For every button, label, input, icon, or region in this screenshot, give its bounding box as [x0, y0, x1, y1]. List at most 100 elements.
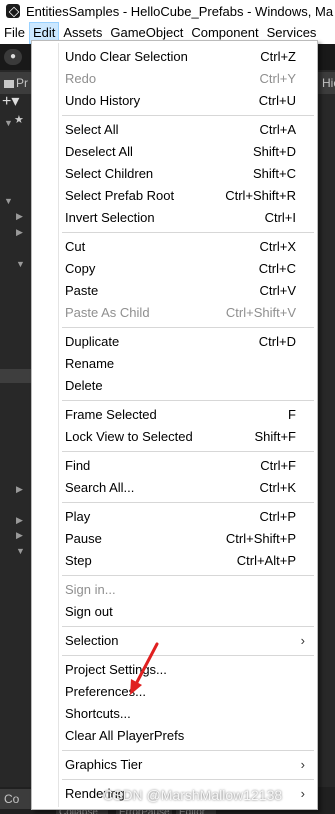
- menu-item-lock-view[interactable]: Lock View to Selected Shift+F: [34, 425, 315, 447]
- tab-hierarchy[interactable]: Hie: [318, 72, 335, 94]
- add-icon[interactable]: +▾: [2, 94, 19, 110]
- menu-item-shortcut: Ctrl+V: [259, 282, 296, 298]
- collapse-arrow-icon[interactable]: ▶: [16, 211, 23, 222]
- menu-item-sign-out[interactable]: Sign out: [34, 600, 315, 622]
- menu-item-undo-history[interactable]: Undo History Ctrl+U: [34, 89, 315, 111]
- menu-item-shortcut: Shift+C: [253, 165, 296, 181]
- menu-item-label: Preferences...: [65, 683, 146, 699]
- menu-separator: [62, 115, 314, 116]
- menu-item-project-settings[interactable]: Project Settings...: [34, 658, 315, 680]
- title-bar: EntitiesSamples - HelloCube_Prefabs - Wi…: [0, 0, 335, 22]
- collapse-arrow-icon[interactable]: ▶: [16, 227, 23, 238]
- menu-item-label: Play: [65, 508, 91, 524]
- menu-item-shortcut: Ctrl+Shift+P: [225, 530, 296, 546]
- menu-item-shortcut: Ctrl+D: [258, 333, 296, 349]
- menu-item-frame-selected[interactable]: Frame Selected F: [34, 403, 315, 425]
- edit-menu-dropdown: Undo Clear Selection Ctrl+Z Redo Ctrl+Y Un…: [31, 40, 318, 810]
- menu-separator: [62, 575, 314, 576]
- menu-item-label: Pause: [65, 530, 102, 546]
- menu-item-label: Select Prefab Root: [65, 187, 175, 203]
- menu-item-label: Search All...: [65, 479, 135, 495]
- menu-item-select-children[interactable]: Select Children Shift+C: [34, 162, 315, 184]
- menu-item-label: Find: [65, 457, 91, 473]
- menu-item-label: Paste: [65, 282, 99, 298]
- menu-item-label: Invert Selection: [65, 209, 155, 225]
- menu-item-shortcut: F: [288, 406, 296, 422]
- menu-item-find[interactable]: Find Ctrl+F: [34, 454, 315, 476]
- menu-item-pause[interactable]: Pause Ctrl+Shift+P: [34, 527, 315, 549]
- window-title: EntitiesSamples - HelloCube_Prefabs - Wi…: [26, 3, 334, 19]
- menu-item-delete[interactable]: Delete: [34, 374, 315, 396]
- menu-item-label: Step: [65, 552, 92, 568]
- menu-item-play[interactable]: Play Ctrl+P: [34, 505, 315, 527]
- menu-item-label: Frame Selected: [65, 406, 157, 422]
- menu-item-label: Copy: [65, 260, 96, 276]
- collapse-arrow-icon[interactable]: ▶: [16, 515, 23, 526]
- menu-item-label: Rename: [65, 355, 115, 371]
- menu-item-clear-playerprefs[interactable]: Clear All PlayerPrefs: [34, 724, 315, 746]
- menu-separator: [62, 655, 314, 656]
- menu-item-label: Deselect All: [65, 143, 133, 159]
- account-icon[interactable]: ●: [4, 49, 22, 65]
- menu-item-label: Paste As Child: [65, 304, 150, 320]
- menu-separator: [62, 626, 314, 627]
- menu-separator: [62, 750, 314, 751]
- tab-console[interactable]: Co: [0, 789, 31, 809]
- watermark-text: CSDN @MarshMallow12138: [103, 787, 283, 803]
- expand-arrow-icon[interactable]: ▼: [4, 196, 13, 206]
- collapse-arrow-icon[interactable]: ▶: [16, 484, 23, 495]
- menu-separator: [62, 779, 314, 780]
- favorites-star-icon: ★: [14, 114, 24, 126]
- collapse-arrow-icon[interactable]: ▶: [16, 530, 23, 541]
- expand-arrow-icon[interactable]: ▼: [16, 546, 25, 556]
- expand-arrow-icon[interactable]: ▼: [16, 259, 25, 269]
- menu-item-search-all[interactable]: Search All... Ctrl+K: [34, 476, 315, 498]
- menu-item-preferences[interactable]: Preferences...: [34, 680, 315, 702]
- menu-item-cut[interactable]: Cut Ctrl+X: [34, 235, 315, 257]
- menu-item-invert-selection[interactable]: Invert Selection Ctrl+I: [34, 206, 315, 228]
- menu-item-label: Undo Clear Selection: [65, 48, 188, 64]
- menu-item-paste[interactable]: Paste Ctrl+V: [34, 279, 315, 301]
- tab-project-label: Pr: [16, 76, 28, 90]
- menu-item-label: Sign out: [65, 603, 113, 619]
- menu-item-graphics-tier[interactable]: Graphics Tier ›: [34, 753, 315, 775]
- menu-item-copy[interactable]: Copy Ctrl+C: [34, 257, 315, 279]
- menu-item-shortcut: Shift+D: [253, 143, 296, 159]
- menu-item-paste-as-child: Paste As Child Ctrl+Shift+V: [34, 301, 315, 323]
- menu-item-label: Lock View to Selected: [65, 428, 193, 444]
- menu-file[interactable]: File: [0, 22, 29, 44]
- menu-item-label: Select Children: [65, 165, 154, 181]
- submenu-chevron-icon: ›: [300, 756, 305, 772]
- menu-item-shortcut: Ctrl+Shift+R: [225, 187, 296, 203]
- menu-item-shortcuts[interactable]: Shortcuts...: [34, 702, 315, 724]
- menu-separator: [62, 502, 314, 503]
- menu-item-label: Selection: [65, 632, 119, 648]
- menu-item-shortcut: Ctrl+Y: [259, 70, 296, 86]
- expand-arrow-icon[interactable]: ▼: [4, 118, 13, 128]
- menu-item-shortcut: Ctrl+I: [264, 209, 296, 225]
- hierarchy-panel: [318, 70, 335, 814]
- menu-item-undo[interactable]: Undo Clear Selection Ctrl+Z: [34, 45, 315, 67]
- menu-item-shortcut: Ctrl+Alt+P: [236, 552, 296, 568]
- submenu-chevron-icon: ›: [300, 785, 305, 801]
- menu-item-selection[interactable]: Selection ›: [34, 629, 315, 651]
- menu-item-shortcut: Ctrl+A: [259, 121, 296, 137]
- menu-item-shortcut: Ctrl+C: [258, 260, 296, 276]
- menu-item-step[interactable]: Step Ctrl+Alt+P: [34, 549, 315, 571]
- menu-item-sign-in: Sign in...: [34, 578, 315, 600]
- tab-project[interactable]: Pr: [0, 72, 31, 94]
- menu-item-select-all[interactable]: Select All Ctrl+A: [34, 118, 315, 140]
- menu-separator: [62, 451, 314, 452]
- menu-item-select-prefab-root[interactable]: Select Prefab Root Ctrl+Shift+R: [34, 184, 315, 206]
- menu-item-shortcut: Ctrl+X: [259, 238, 296, 254]
- menu-item-duplicate[interactable]: Duplicate Ctrl+D: [34, 330, 315, 352]
- menu-item-label: Shortcuts...: [65, 705, 131, 721]
- menu-item-shortcut: Shift+F: [254, 428, 296, 444]
- menu-item-deselect-all[interactable]: Deselect All Shift+D: [34, 140, 315, 162]
- folder-icon: [4, 79, 14, 88]
- menu-item-shortcut: Ctrl+F: [260, 457, 296, 473]
- menu-item-label: Delete: [65, 377, 103, 393]
- menu-item-shortcut: Ctrl+Shift+V: [225, 304, 296, 320]
- menu-item-redo: Redo Ctrl+Y: [34, 67, 315, 89]
- menu-item-rename[interactable]: Rename: [34, 352, 315, 374]
